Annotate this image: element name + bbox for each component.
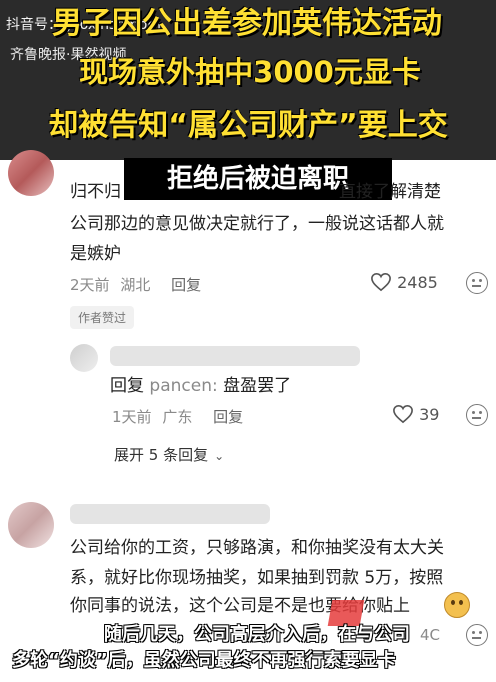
commenter-username-blurred [70, 504, 270, 524]
like-button[interactable]: 39 [392, 404, 439, 424]
comment-meta: 2天前 湖北 回复 [70, 274, 201, 295]
like-count: 39 [419, 405, 440, 424]
chevron-down-icon: ⌄ [214, 449, 225, 463]
emoji-react-icon[interactable] [466, 272, 488, 294]
comment-text-line: 系，就好比你现场抽奖，如果抽到罚款 5万，按照 [70, 568, 444, 588]
heart-icon [393, 404, 413, 424]
comment-text-line: 你同事的说法，这个公司是不是也要给你贴上 [70, 596, 410, 616]
comment-location: 湖北 [120, 276, 151, 294]
expand-replies-button[interactable]: 展开 5 条回复 ⌄ [114, 444, 224, 465]
reply-time: 1天前 [112, 408, 152, 426]
headline-line-2: 现场意外抽中3000元显卡 [79, 55, 421, 89]
reply-text: 回复 pancen: 盘盈罢了 [110, 376, 292, 396]
comment-text: 归不归 直接了解清楚 [70, 182, 441, 202]
like-button[interactable]: 2485 [370, 272, 438, 292]
author-liked-badge: 作者赞过 [70, 306, 135, 329]
subtitle-line-2: 多轮“约谈”后，虽然公司最终不再强行索要显卡 [12, 650, 396, 671]
commenter-avatar[interactable] [8, 502, 54, 548]
headline-line-1: 男子因公出差参加英伟达活动 [52, 6, 442, 41]
reply-button[interactable]: 回复 [213, 408, 243, 426]
reply-username-blurred [110, 346, 360, 366]
comment-time: 2天前 [70, 276, 110, 294]
partial-like-count: 4C [420, 626, 441, 644]
reply-button[interactable]: 回复 [171, 276, 201, 294]
comment-text-line: 公司那边的意见做决定就行了，一般说这话都人就 [70, 214, 444, 234]
subtitle-line-1: 随后几天，公司高层介入后，在与公司 [104, 624, 410, 645]
smiley-emoji-icon [444, 592, 470, 618]
like-count: 2485 [397, 273, 438, 292]
reply-meta: 1天前 广东 回复 [112, 406, 243, 427]
reply-avatar[interactable] [70, 344, 98, 372]
reply-location: 广东 [162, 408, 193, 426]
headline-line-3: 却被告知“属公司财产”要上交 [48, 108, 448, 143]
emoji-react-icon[interactable] [466, 404, 488, 426]
emoji-react-icon[interactable] [466, 624, 488, 646]
comment-text-line: 公司给你的工资，只够路演，和你抽奖没有太大关 [70, 538, 444, 558]
comment-text-line: 是嫉妒 [70, 244, 121, 264]
heart-icon [371, 272, 391, 292]
commenter-avatar[interactable] [8, 150, 54, 196]
